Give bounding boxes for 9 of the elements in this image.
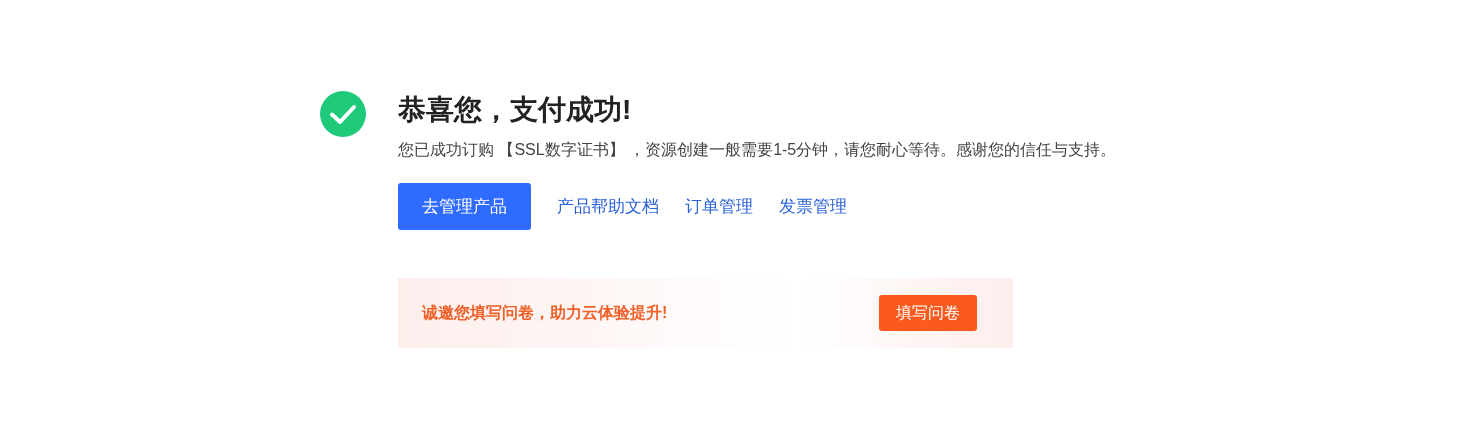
success-title: 恭喜您，支付成功! [398,93,633,127]
nav-link[interactable]: 订单管理 [685,193,753,220]
success-message: 您已成功订购 【SSL数字证书】 ，资源创建一般需要1-5分钟，请您耐心等待。感谢您的信任与支持。 [398,140,1118,160]
success-check-icon [320,91,366,137]
nav-link[interactable]: 产品帮助文档 [557,193,659,220]
manage-products-button[interactable]: 去管理产品 [398,183,531,230]
survey-button[interactable]: 填写问卷 [879,295,977,331]
nav-link[interactable]: 发票管理 [779,193,847,220]
survey-invitation: 诚邀您填写问卷，助力云体验提升! [422,303,668,323]
